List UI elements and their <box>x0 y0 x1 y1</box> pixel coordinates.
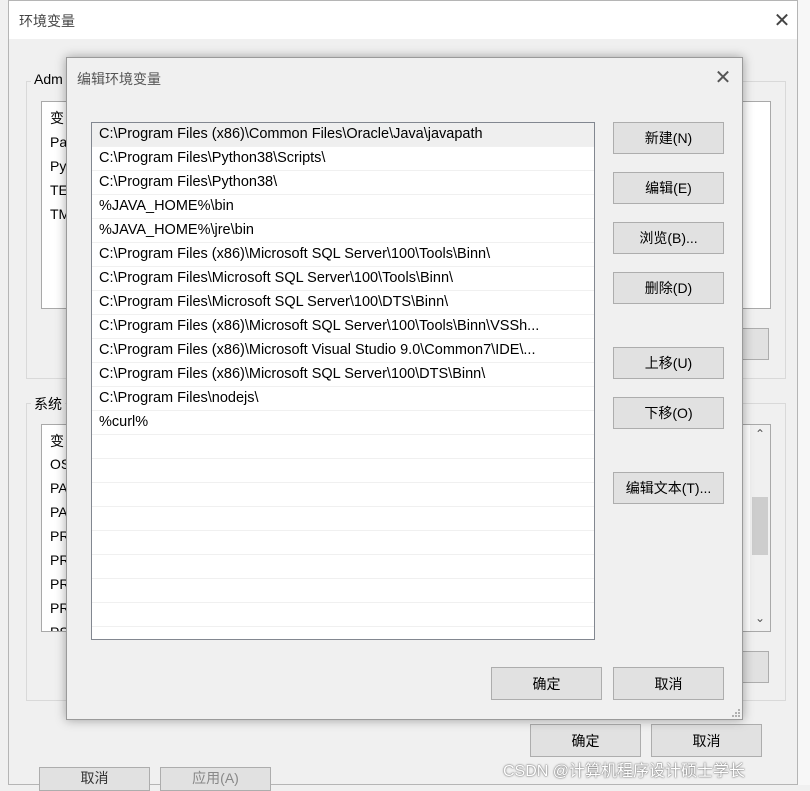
path-entry: %JAVA_HOME%\jre\bin <box>99 222 254 238</box>
delete-button[interactable]: 删除(D) <box>613 272 724 304</box>
path-entry: C:\Program Files (x86)\Microsoft SQL Ser… <box>99 366 486 382</box>
path-row[interactable]: C:\Program Files (x86)\Microsoft SQL Ser… <box>92 363 594 387</box>
outer-title-bar: 环境变量 ✕ <box>9 1 797 39</box>
edit-button[interactable]: 编辑(E) <box>613 172 724 204</box>
empty-row[interactable] <box>92 531 594 555</box>
path-row[interactable]: C:\Program Files\Microsoft SQL Server\10… <box>92 291 594 315</box>
path-row[interactable]: %curl% <box>92 411 594 435</box>
path-entry: C:\Program Files (x86)\Microsoft SQL Ser… <box>99 246 491 262</box>
list-item[interactable]: 变 <box>50 431 64 451</box>
outer-cancel-button[interactable]: 取消 <box>651 724 762 757</box>
ok-button[interactable]: 确定 <box>491 667 602 700</box>
list-item[interactable]: Pa <box>50 134 67 150</box>
edit-text-button[interactable]: 编辑文本(T)... <box>613 472 724 504</box>
browse-button[interactable]: 浏览(B)... <box>613 222 724 254</box>
empty-row[interactable] <box>92 603 594 627</box>
empty-row[interactable] <box>92 579 594 603</box>
path-entry: C:\Program Files\Python38\ <box>99 174 278 190</box>
list-item[interactable]: PA <box>50 504 68 520</box>
system-variables-group-label: 系统 <box>31 394 65 414</box>
path-row[interactable]: C:\Program Files\Microsoft SQL Server\10… <box>92 267 594 291</box>
list-item[interactable]: Py <box>50 158 66 174</box>
empty-row[interactable] <box>92 483 594 507</box>
watermark: CSDN @计算机程序设计硕士学长 <box>503 763 746 780</box>
close-icon[interactable]: ✕ <box>710 64 736 90</box>
path-entry: %curl% <box>99 414 149 430</box>
path-row[interactable]: C:\Program Files (x86)\Microsoft SQL Ser… <box>92 315 594 339</box>
path-row[interactable]: %JAVA_HOME%\jre\bin <box>92 219 594 243</box>
inner-title-bar: 编辑环境变量 ✕ <box>67 58 742 96</box>
path-entry: C:\Program Files (x86)\Microsoft Visual … <box>99 342 536 358</box>
background-apply-button[interactable]: 应用(A) <box>160 767 271 791</box>
user-variables-group-label: Adm <box>31 71 66 87</box>
path-entry: %JAVA_HOME%\bin <box>99 198 234 214</box>
path-entry: C:\Program Files\Python38\Scripts\ <box>99 150 326 166</box>
edit-environment-variable-dialog: 编辑环境变量 ✕ C:\Program Files (x86)\Common F… <box>66 57 743 720</box>
path-row[interactable]: C:\Program Files (x86)\Microsoft Visual … <box>92 339 594 363</box>
scroll-down-icon[interactable]: ⌄ <box>750 611 770 625</box>
move-down-button[interactable]: 下移(O) <box>613 397 724 429</box>
path-row[interactable]: C:\Program Files\Python38\Scripts\ <box>92 147 594 171</box>
path-entry: C:\Program Files (x86)\Microsoft SQL Ser… <box>99 318 540 334</box>
cancel-button[interactable]: 取消 <box>613 667 724 700</box>
path-entry: C:\Program Files (x86)\Common Files\Orac… <box>99 126 483 142</box>
empty-row[interactable] <box>92 555 594 579</box>
path-entry: C:\Program Files\nodejs\ <box>99 390 259 406</box>
path-row[interactable]: C:\Program Files (x86)\Common Files\Orac… <box>92 123 594 147</box>
path-list[interactable]: C:\Program Files (x86)\Common Files\Orac… <box>91 122 595 640</box>
path-row[interactable]: %JAVA_HOME%\bin <box>92 195 594 219</box>
outer-dialog-title: 环境变量 <box>19 13 75 29</box>
background-cancel-button[interactable]: 取消 <box>39 767 150 791</box>
scrollbar-thumb[interactable] <box>752 497 768 555</box>
new-button[interactable]: 新建(N) <box>613 122 724 154</box>
outer-ok-button[interactable]: 确定 <box>530 724 641 757</box>
list-item[interactable]: PA <box>50 480 68 496</box>
system-list-scrollbar[interactable]: ⌃ ⌄ <box>750 425 770 631</box>
list-item[interactable]: 变 <box>50 108 64 128</box>
path-row[interactable]: C:\Program Files\Python38\ <box>92 171 594 195</box>
move-up-button[interactable]: 上移(U) <box>613 347 724 379</box>
scroll-up-icon[interactable]: ⌃ <box>750 427 770 441</box>
empty-row[interactable] <box>92 459 594 483</box>
path-row[interactable]: C:\Program Files (x86)\Microsoft SQL Ser… <box>92 243 594 267</box>
inner-dialog-title: 编辑环境变量 <box>77 71 161 87</box>
empty-row[interactable] <box>92 507 594 531</box>
resize-grip-icon[interactable] <box>729 708 741 720</box>
path-entry: C:\Program Files\Microsoft SQL Server\10… <box>99 270 454 286</box>
path-entry: C:\Program Files\Microsoft SQL Server\10… <box>99 294 449 310</box>
path-row[interactable]: C:\Program Files\nodejs\ <box>92 387 594 411</box>
empty-row[interactable] <box>92 435 594 459</box>
close-icon[interactable]: ✕ <box>769 7 795 33</box>
